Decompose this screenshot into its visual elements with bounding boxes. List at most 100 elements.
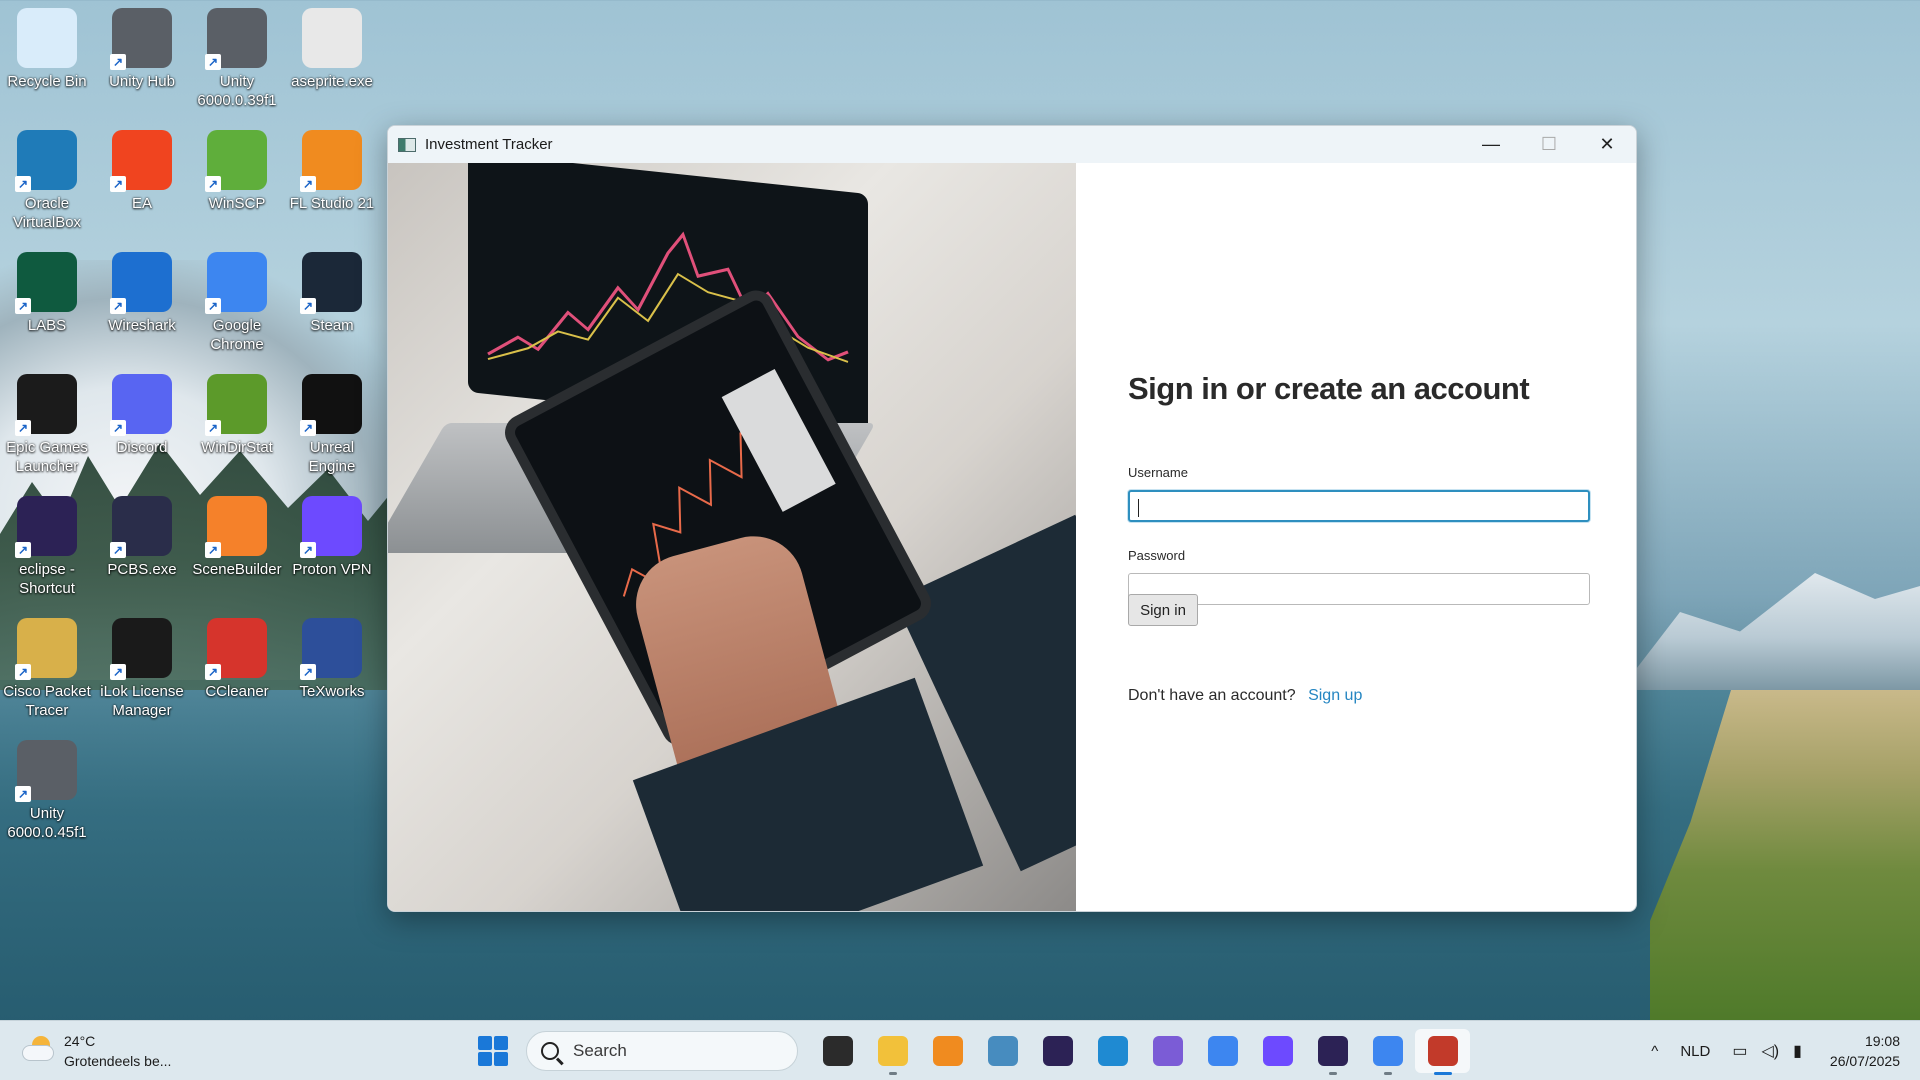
page-title: Sign in or create an account [1128,371,1530,406]
desktop-icon[interactable]: ↗ WinDirStat [190,368,284,457]
taskbar-app-list [810,1029,1470,1075]
taskbar-app-button[interactable] [1195,1029,1250,1073]
desktop-icon[interactable]: ↗ TeXworks [285,612,379,701]
desktop-icon[interactable]: ↗ eclipse - Shortcut [0,490,94,598]
desktop-icon[interactable]: ↗ Proton VPN [285,490,379,579]
running-indicator [888,1072,897,1075]
partly-cloudy-icon [22,1036,56,1062]
desktop-icon-label: Unity Hub [109,73,175,90]
desktop-icon[interactable]: ↗ Wireshark [95,246,189,335]
title-bar[interactable]: Investment Tracker — ☐ ✕ [388,126,1636,163]
wallpaper-mountain-right [1620,573,1920,690]
weather-temperature: 24°C [64,1033,96,1049]
running-indicator [1433,1072,1452,1075]
window-title: Investment Tracker [425,136,553,153]
desktop-icon[interactable]: ↗ Unity Hub [95,2,189,91]
running-indicator [1328,1072,1337,1075]
password-label: Password [1128,548,1186,563]
taskbar-app-button[interactable] [865,1029,920,1075]
task-view-icon [822,1036,853,1066]
desktop-icon[interactable]: ↗ Oracle VirtualBox [0,124,94,232]
shortcut-arrow-icon: ↗ [300,664,316,680]
start-button[interactable] [472,1030,514,1072]
weather-widget[interactable]: 24°C Grotendeels be... [22,1031,171,1071]
taskbar-app-button[interactable] [920,1029,975,1073]
maximize-button[interactable]: ☐ [1520,126,1578,163]
fl-studio-icon: ↗ [300,130,362,192]
proton-vpn-icon: ↗ [300,496,362,558]
desktop-icon[interactable]: aseprite.exe [285,2,379,91]
desktop-icon[interactable]: ↗ LABS [0,246,94,335]
shortcut-arrow-icon: ↗ [15,664,31,680]
taskbar-app-button[interactable] [810,1029,865,1073]
desktop-icon[interactable]: ↗ Unity 6000.0.45f1 [0,734,94,842]
shortcut-arrow-icon: ↗ [15,298,31,314]
window-content: Sign in or create an account Username Pa… [388,163,1636,911]
desktop-icon-label: Oracle VirtualBox [12,195,82,231]
desktop-icon[interactable]: ↗ Google Chrome [190,246,284,354]
language-indicator[interactable]: NLD [1680,1043,1710,1060]
eclipse-taskbar-icon [1042,1036,1073,1066]
discord-icon: ↗ [110,374,172,436]
taskbar-center: Search [472,1029,1470,1075]
desktop-icon[interactable]: ↗ Unreal Engine [285,368,379,476]
taskbar-app-button[interactable] [1360,1029,1415,1075]
desktop-icon-label: PCBS.exe [107,561,177,578]
desktop-icon[interactable]: ↗ PCBS.exe [95,490,189,579]
volume-icon[interactable]: ◁) [1761,1041,1779,1061]
taskbar-app-button[interactable] [1250,1029,1305,1073]
battery-icon[interactable]: ▮ [1793,1041,1802,1061]
chrome-taskbar-icon [1207,1036,1238,1066]
desktop-icon[interactable]: ↗ iLok License Manager [95,612,189,720]
minimize-button[interactable]: — [1462,126,1520,163]
signin-button[interactable]: Sign in [1128,594,1198,626]
desktop-icon-label: eclipse - Shortcut [19,561,75,597]
file-explorer-icon [877,1036,908,1066]
taskbar-app-button[interactable] [1305,1029,1360,1075]
desktop-icon[interactable]: ↗ Discord [95,368,189,457]
steam-icon: ↗ [300,252,362,314]
taskbar-app-button[interactable] [1085,1029,1140,1073]
desktop-icon-label: WinDirStat [201,439,273,456]
clock-time: 19:08 [1864,1033,1900,1049]
desktop-icon-label: iLok License Manager [100,683,184,719]
desktop-icon[interactable]: ↗ CCleaner [190,612,284,701]
wireshark-icon: ↗ [110,252,172,314]
windirstat-icon: ↗ [205,374,267,436]
desktop-icon-label: Wireshark [108,317,176,334]
cisco-packet-tracer-icon: ↗ [15,618,77,680]
aseprite-icon [302,8,362,68]
desktop-icon[interactable]: ↗ Unity 6000.0.39f1 [190,2,284,110]
signup-link[interactable]: Sign up [1308,687,1362,704]
desktop-icon[interactable]: ↗ FL Studio 21 [285,124,379,213]
shortcut-arrow-icon: ↗ [205,298,221,314]
clock[interactable]: 19:08 26/07/2025 [1830,1031,1900,1071]
desktop-icon[interactable]: ↗ WinSCP [190,124,284,213]
username-input[interactable] [1128,490,1590,522]
network-icon[interactable]: ▭ [1732,1041,1747,1061]
app-window-icon [398,137,416,152]
taskbar-app-button[interactable] [1030,1029,1085,1073]
desktop-icon[interactable]: ↗ Epic Games Launcher [0,368,94,476]
taskbar-app-button[interactable] [975,1029,1030,1073]
tray-chevron-icon[interactable]: ^ [1651,1043,1658,1060]
desktop-icon[interactable]: Recycle Bin [0,2,94,91]
taskbar-app-button[interactable] [1140,1029,1195,1073]
texworks-icon: ↗ [300,618,362,680]
desktop-icon-label: Cisco Packet Tracer [3,683,91,719]
taskbar-app-button[interactable] [1415,1029,1470,1075]
desktop-icon[interactable]: ↗ Steam [285,246,379,335]
desktop-icon[interactable]: ↗ EA [95,124,189,213]
vscode-icon [1097,1036,1128,1066]
close-button[interactable]: ✕ [1578,126,1636,163]
java-app-icon [1427,1036,1458,1066]
desktop-icon[interactable]: ↗ SceneBuilder [190,490,284,579]
shortcut-arrow-icon: ↗ [110,664,126,680]
taskbar-search[interactable]: Search [526,1031,798,1071]
desktop-icon-label: Discord [116,439,168,456]
desktop-icon[interactable]: ↗ Cisco Packet Tracer [0,612,94,720]
unity-hub-icon: ↗ [110,8,172,70]
shortcut-arrow-icon: ↗ [15,786,31,802]
shortcut-arrow-icon: ↗ [110,298,126,314]
eclipse-taskbar-icon-2 [1317,1036,1348,1066]
